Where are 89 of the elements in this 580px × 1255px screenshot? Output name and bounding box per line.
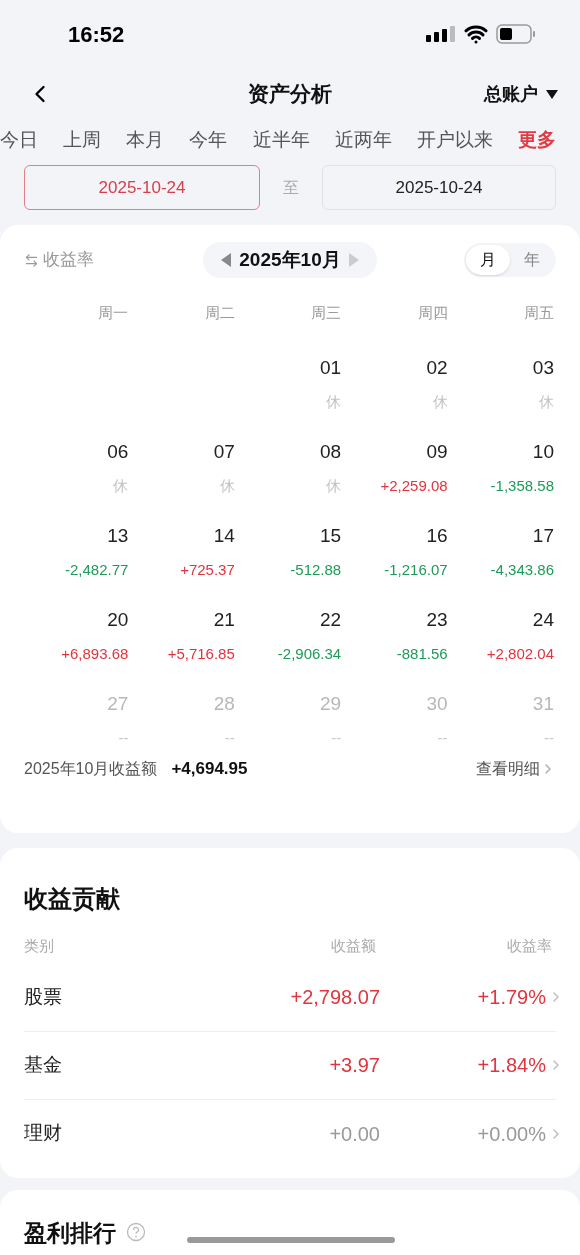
period-tab[interactable]: 近半年 (252, 125, 310, 155)
period-tab[interactable]: 开户以来 (416, 125, 493, 155)
calendar-day[interactable]: 01 (320, 354, 342, 383)
help-icon[interactable] (126, 1222, 146, 1242)
view-tab[interactable]: 月 (466, 245, 510, 275)
profit-rate: +1.84% (476, 1053, 546, 1078)
calendar-day[interactable]: 08 (320, 438, 342, 467)
period-tab[interactable]: 近两年 (334, 125, 392, 155)
month-picker[interactable]: 2025年10月 (203, 242, 377, 278)
profit-amount: +3.97 (328, 1053, 380, 1078)
summary-value: +4,694.95 (171, 758, 248, 780)
day-profit: 休 (326, 475, 342, 496)
day-profit: -1,216.07 (384, 559, 448, 580)
profit-amount: +2,798.07 (289, 985, 380, 1010)
column-header: 收益额 (330, 936, 376, 956)
day-profit: -- (118, 727, 129, 748)
weekday-label: 周四 (416, 303, 449, 323)
section-title: 盈利排行 (24, 1222, 116, 1245)
page-title: 资产分析 (248, 81, 332, 108)
caret-icon (546, 89, 558, 99)
calendar-day[interactable]: 21 (213, 606, 235, 635)
day-profit: -2,482.77 (65, 559, 129, 580)
calendar-day[interactable]: 17 (532, 522, 554, 551)
range-separator: 至 (282, 177, 300, 198)
swap-icon (24, 252, 39, 268)
signal-icon (426, 26, 456, 42)
month-label: 2025年10月 (239, 247, 341, 272)
contribution-row[interactable]: 股票 +2,798.07 +1.79% (24, 963, 556, 1032)
day-profit: -1,358.58 (490, 475, 554, 496)
calendar-day[interactable]: 20 (107, 606, 129, 635)
day-profit: -2,906.34 (277, 643, 342, 664)
period-tab[interactable]: 本月 (126, 125, 165, 155)
more-tab[interactable]: 更多 (518, 125, 556, 155)
day-profit: 休 (113, 475, 129, 496)
start-date-field[interactable]: 2025-10-24 (24, 165, 260, 210)
day-profit: -- (224, 727, 235, 748)
calendar-day[interactable]: 03 (532, 354, 554, 383)
status-time: 16:52 (68, 20, 125, 49)
contribution-row[interactable]: 理财 +0.00 +0.00% (24, 1099, 556, 1168)
category-name: 基金 (24, 1052, 63, 1077)
calendar-day[interactable]: 10 (532, 438, 554, 467)
calendar-day[interactable]: 22 (320, 606, 342, 635)
summary-label: 2025年10月收益额 (24, 758, 158, 779)
battery-icon (496, 24, 536, 44)
category-name: 理财 (24, 1121, 63, 1146)
column-header: 收益率 (506, 936, 553, 956)
previous-month-icon[interactable] (221, 253, 232, 267)
day-profit: +725.37 (180, 559, 235, 580)
day-profit: +2,259.08 (380, 475, 448, 496)
day-profit: 休 (539, 391, 554, 412)
contribution-row[interactable]: 基金 +3.97 +1.84% (24, 1031, 556, 1100)
section-title: 收益贡献 (24, 884, 121, 914)
period-tab[interactable]: 今年 (189, 125, 228, 155)
day-profit: -4,343.86 (490, 559, 554, 580)
category-name: 股票 (24, 984, 63, 1009)
day-profit: -- (437, 727, 448, 748)
detail-link[interactable]: 查看明细 (476, 756, 556, 781)
day-profit: -- (544, 727, 554, 748)
calendar-day[interactable]: 02 (426, 354, 448, 383)
calendar-day[interactable]: 15 (320, 522, 342, 551)
profit-rate: +1.79% (476, 985, 546, 1010)
period-tab[interactable]: 今日 (0, 125, 38, 155)
calendar-day[interactable]: 06 (107, 438, 129, 467)
calendar-day[interactable]: 13 (107, 522, 129, 551)
day-profit: -512.88 (290, 559, 342, 580)
calendar-day[interactable]: 23 (426, 606, 448, 635)
column-header: 类别 (24, 936, 55, 956)
calendar-day[interactable]: 16 (426, 522, 448, 551)
calendar-day[interactable]: 07 (213, 438, 235, 467)
day-profit: 休 (219, 475, 235, 496)
day-profit: 休 (432, 391, 448, 412)
day-profit: 休 (326, 391, 342, 412)
day-profit: -881.56 (396, 643, 448, 664)
weekday-label: 周三 (310, 303, 343, 323)
calendar-day[interactable]: 09 (426, 438, 448, 467)
day-profit: +6,893.68 (61, 643, 129, 664)
weekday-label: 周一 (97, 303, 130, 323)
day-profit: +2,802.04 (486, 643, 554, 664)
calendar-day[interactable]: 24 (532, 606, 554, 635)
weekday-label: 周二 (203, 303, 236, 323)
day-profit: +5,716.85 (167, 643, 235, 664)
account-dropdown[interactable]: 总账户 (484, 80, 558, 108)
day-profit: -- (331, 727, 342, 748)
period-tab[interactable]: 上周 (63, 125, 102, 155)
profit-amount: +0.00 (328, 1121, 380, 1147)
end-date-field[interactable]: 2025-10-24 (322, 165, 556, 210)
weekday-label: 周五 (523, 303, 555, 323)
calendar-day[interactable]: 14 (213, 522, 235, 551)
profit-rate: +0.00% (476, 1121, 546, 1147)
